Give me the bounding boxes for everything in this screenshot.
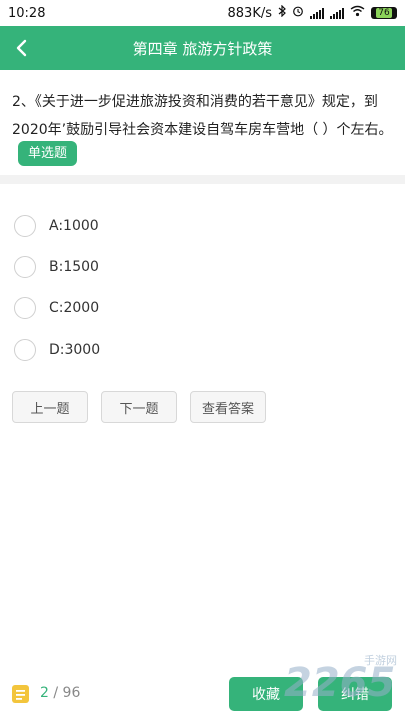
app-header: 第四章 旅游方针政策 [0,26,405,70]
total-questions: 96 [62,685,81,701]
bottom-bar: 2 / 96 收藏 纠错 [0,676,405,720]
wifi-icon [350,5,365,21]
radio-icon [14,215,36,237]
page-title: 第四章 旅游方针政策 [132,39,273,58]
battery-level: 76 [376,8,392,18]
section-divider [0,175,405,184]
radio-icon [14,339,36,361]
status-icons: 883K/s 76 [227,4,397,21]
bluetooth-icon [278,4,286,21]
view-answer-button[interactable]: 查看答案 [190,391,266,423]
question-text: 2、《关于进一步促进旅游投资和消费的若干意见》规定，到2020年’鼓励引导社会资… [12,94,393,138]
question-progress: 2 / 96 [40,685,80,701]
clock: 10:28 [8,5,46,21]
option-label: B:1500 [49,259,99,275]
radio-icon [14,297,36,319]
back-button[interactable] [6,32,38,64]
watermark-text: 手游网 [364,653,397,667]
next-question-button[interactable]: 下一题 [101,391,177,423]
current-question-number: 2 [40,685,49,701]
progress-separator: / [53,685,59,701]
signal-icon [310,7,324,19]
option-c[interactable]: C:2000 [14,291,314,325]
option-a[interactable]: A:1000 [14,209,314,243]
status-bar: 10:28 883K/s 76 [0,0,405,26]
option-b[interactable]: B:1500 [14,250,314,284]
option-label: C:2000 [49,300,100,316]
option-d[interactable]: D:3000 [14,333,314,367]
chevron-left-icon [16,39,27,57]
option-label: D:3000 [49,342,101,358]
battery-icon: 76 [371,7,397,19]
answer-sheet-icon[interactable] [10,683,32,709]
network-speed: 883K/s [227,5,273,21]
prev-question-button[interactable]: 上一题 [12,391,88,423]
option-label: A:1000 [49,218,99,234]
report-error-button[interactable]: 纠错 [318,677,392,711]
alarm-icon [292,5,304,21]
question-type-badge: 单选题 [18,141,78,166]
collect-button[interactable]: 收藏 [229,677,303,711]
signal-hd-icon [330,7,344,19]
radio-icon [14,256,36,278]
